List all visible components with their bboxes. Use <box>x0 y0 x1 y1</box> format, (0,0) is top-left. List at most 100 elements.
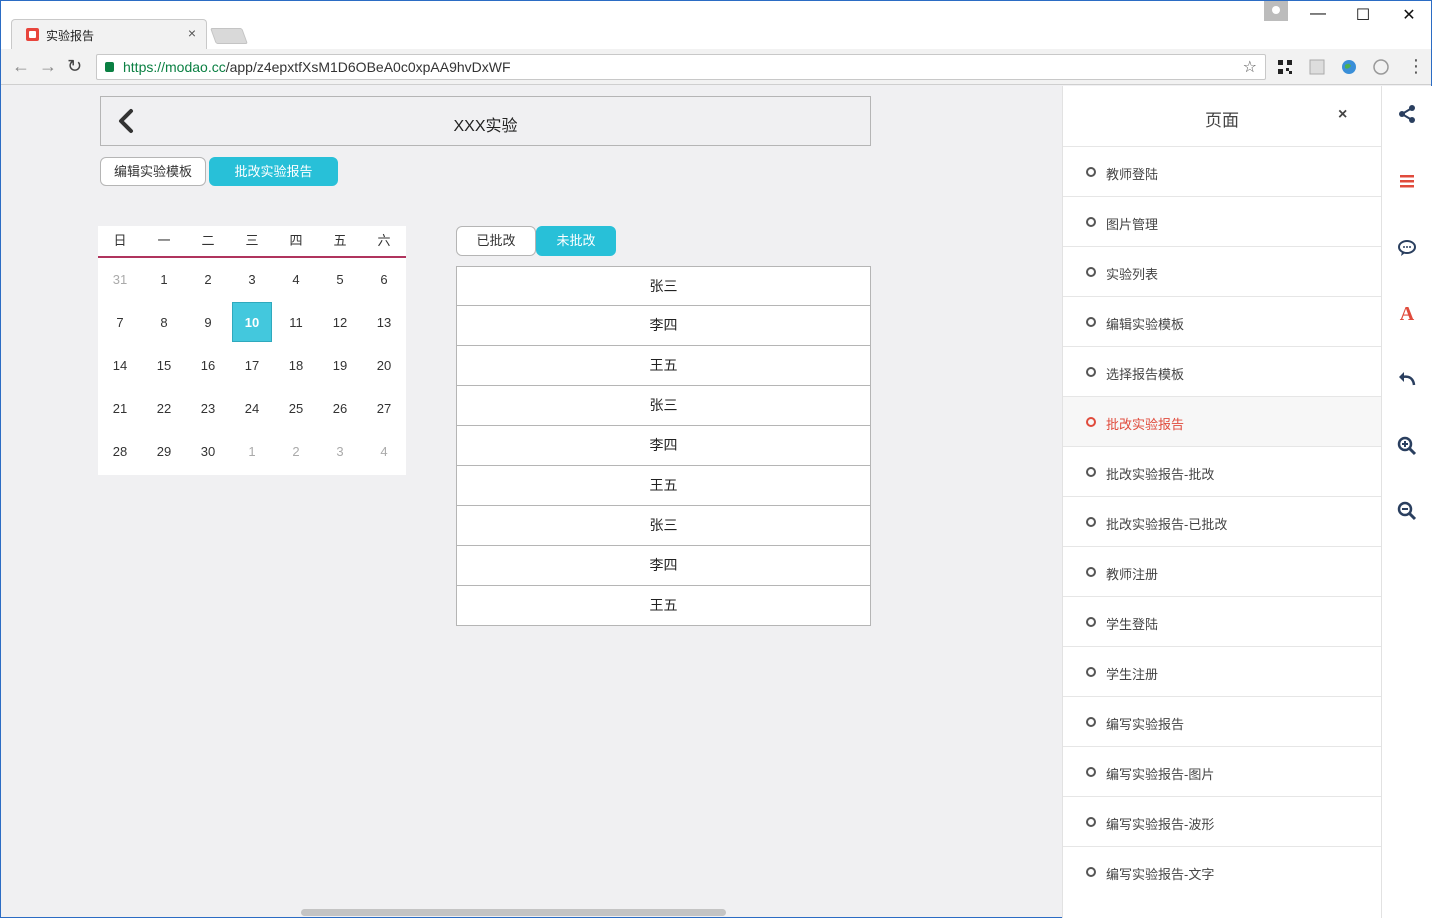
student-row[interactable]: 张三 <box>456 266 871 306</box>
calendar-day[interactable]: 4 <box>362 430 406 473</box>
student-row[interactable]: 王五 <box>456 586 871 626</box>
maximize-button[interactable]: ☐ <box>1348 5 1378 25</box>
share-icon[interactable] <box>1395 102 1419 126</box>
minimize-button[interactable]: — <box>1303 5 1333 23</box>
page-list-item[interactable]: 编写实验报告-图片 <box>1063 746 1382 796</box>
calendar-day[interactable]: 29 <box>142 430 186 473</box>
page-list-item[interactable]: 编辑实验模板 <box>1063 296 1382 346</box>
bookmark-star-icon[interactable]: ☆ <box>1243 57 1257 77</box>
calendar-day[interactable]: 11 <box>274 301 318 344</box>
page-list-item[interactable]: 教师注册 <box>1063 546 1382 596</box>
calendar-week: 21 22 23 24 25 26 27 <box>98 387 406 430</box>
browser-menu-icon[interactable]: ⋮ <box>1407 56 1425 77</box>
page-list-item[interactable]: 选择报告模板 <box>1063 346 1382 396</box>
student-row[interactable]: 李四 <box>456 426 871 466</box>
address-bar[interactable]: https://modao.cc/app/z4epxtfXsM1D6OBeA0c… <box>96 54 1266 80</box>
calendar-day[interactable]: 3 <box>318 430 362 473</box>
tab-ungraded[interactable]: 未批改 <box>536 226 616 256</box>
calendar-day[interactable]: 31 <box>98 258 142 301</box>
tab-graded[interactable]: 已批改 <box>456 226 536 256</box>
page-list-item[interactable]: 图片管理 <box>1063 196 1382 246</box>
page-list-item[interactable]: 编写实验报告-文字 <box>1063 846 1382 896</box>
page-list-item[interactable]: 批改实验报告 <box>1063 396 1382 446</box>
zoom-out-icon[interactable] <box>1395 499 1419 523</box>
circle-icon <box>1086 267 1096 277</box>
calendar-day[interactable]: 28 <box>98 430 142 473</box>
browser-toolbar: ← → ↻ https://modao.cc/app/z4epxtfXsM1D6… <box>1 49 1431 85</box>
forward-icon[interactable]: → <box>39 56 57 77</box>
student-row[interactable]: 王五 <box>456 346 871 386</box>
calendar-day-selected[interactable]: 10 <box>230 301 274 344</box>
calendar-day[interactable]: 18 <box>274 344 318 387</box>
calendar-day[interactable]: 24 <box>230 387 274 430</box>
calendar-day[interactable]: 20 <box>362 344 406 387</box>
calendar-day[interactable]: 16 <box>186 344 230 387</box>
comment-icon[interactable] <box>1395 236 1419 260</box>
calendar-day[interactable]: 9 <box>186 301 230 344</box>
calendar-day[interactable]: 21 <box>98 387 142 430</box>
calendar-day[interactable]: 3 <box>230 258 274 301</box>
page-list-item[interactable]: 编写实验报告-波形 <box>1063 796 1382 846</box>
close-window-button[interactable]: ✕ <box>1394 5 1424 25</box>
calendar-day[interactable]: 13 <box>362 301 406 344</box>
menu-icon[interactable] <box>1395 169 1419 193</box>
student-row[interactable]: 王五 <box>456 466 871 506</box>
page-list-item[interactable]: 教师登陆 <box>1063 146 1382 196</box>
panel-close-icon[interactable]: × <box>1338 106 1347 124</box>
student-row[interactable]: 张三 <box>456 386 871 426</box>
calendar-day[interactable]: 27 <box>362 387 406 430</box>
horizontal-scrollbar[interactable] <box>301 909 726 916</box>
student-list: 张三 李四 王五 张三 李四 王五 张三 李四 王五 <box>456 266 871 626</box>
circle-icon <box>1086 417 1096 427</box>
user-profile-icon[interactable] <box>1264 1 1288 21</box>
qr-code-icon[interactable] <box>1277 59 1293 75</box>
calendar-day[interactable]: 8 <box>142 301 186 344</box>
calendar-day[interactable]: 14 <box>98 344 142 387</box>
page-list-item[interactable]: 实验列表 <box>1063 246 1382 296</box>
page-list-item[interactable]: 学生登陆 <box>1063 596 1382 646</box>
page-list-item-label: 批改实验报告-已批改 <box>1106 517 1228 532</box>
calendar-day[interactable]: 19 <box>318 344 362 387</box>
circle-icon <box>1086 717 1096 727</box>
page-list-item-label: 图片管理 <box>1106 217 1159 232</box>
extension-circle-icon[interactable] <box>1373 59 1389 75</box>
calendar-day[interactable]: 12 <box>318 301 362 344</box>
calendar-day[interactable]: 22 <box>142 387 186 430</box>
calendar-day[interactable]: 15 <box>142 344 186 387</box>
student-row[interactable]: 李四 <box>456 306 871 346</box>
calendar-day[interactable]: 1 <box>142 258 186 301</box>
back-icon[interactable]: ← <box>12 56 30 77</box>
zoom-in-icon[interactable] <box>1395 434 1419 458</box>
student-row[interactable]: 张三 <box>456 506 871 546</box>
extension-grid-icon[interactable] <box>1309 59 1325 75</box>
calendar-day[interactable]: 5 <box>318 258 362 301</box>
page-list-item[interactable]: 批改实验报告-已批改 <box>1063 496 1382 546</box>
circle-icon <box>1086 367 1096 377</box>
reload-icon[interactable]: ↻ <box>67 56 82 77</box>
new-tab-button[interactable] <box>210 28 248 44</box>
calendar-day[interactable]: 1 <box>230 430 274 473</box>
page-list-item[interactable]: 学生注册 <box>1063 646 1382 696</box>
undo-icon[interactable] <box>1395 366 1419 390</box>
page-list-item[interactable]: 批改实验报告-批改 <box>1063 446 1382 496</box>
calendar-day[interactable]: 2 <box>186 258 230 301</box>
calendar-day[interactable]: 30 <box>186 430 230 473</box>
tab-grade-report[interactable]: 批改实验报告 <box>209 157 338 186</box>
calendar-day[interactable]: 25 <box>274 387 318 430</box>
calendar-day[interactable]: 6 <box>362 258 406 301</box>
tab-edit-template[interactable]: 编辑实验模板 <box>100 157 206 186</box>
page-list-item[interactable]: 编写实验报告 <box>1063 696 1382 746</box>
calendar-day[interactable]: 17 <box>230 344 274 387</box>
calendar-day[interactable]: 26 <box>318 387 362 430</box>
tab-close-icon[interactable]: × <box>188 25 196 41</box>
font-icon[interactable]: A <box>1395 301 1419 325</box>
favicon-icon <box>26 28 39 41</box>
student-row[interactable]: 李四 <box>456 546 871 586</box>
calendar-day[interactable]: 23 <box>186 387 230 430</box>
weekday-label: 一 <box>157 233 171 248</box>
calendar-day[interactable]: 7 <box>98 301 142 344</box>
calendar-day[interactable]: 2 <box>274 430 318 473</box>
globe-extension-icon[interactable] <box>1341 59 1357 75</box>
browser-tab[interactable]: 实验报告 × <box>11 19 207 49</box>
calendar-day[interactable]: 4 <box>274 258 318 301</box>
